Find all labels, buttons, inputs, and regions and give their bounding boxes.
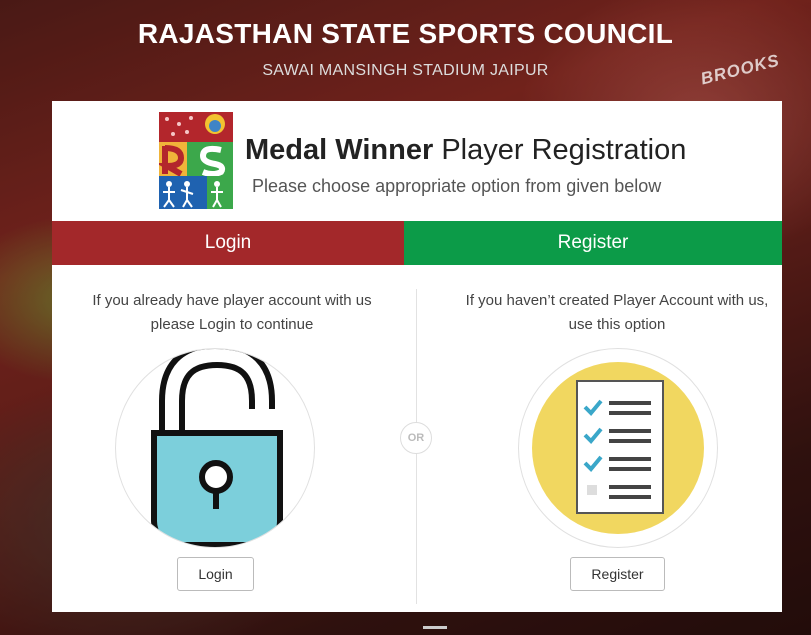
tab-login[interactable]: Login — [52, 221, 404, 265]
tab-register[interactable]: Register — [404, 221, 782, 265]
page-title: RAJASTHAN STATE SPORTS COUNCIL — [137, 18, 674, 49]
background-track-mark — [423, 626, 447, 629]
card-title-rest: Player Registration — [433, 134, 687, 166]
rsc-logo-icon — [159, 112, 233, 209]
card-title-bold: Medal Winner — [245, 134, 434, 166]
register-description: If you haven’t created Player Account wi… — [465, 292, 769, 333]
card-subtitle: Please choose appropriate option from gi… — [252, 176, 662, 196]
login-icon-circle — [115, 348, 315, 548]
card-title: Medal Winner Player Registration — [245, 134, 686, 167]
register-icon-circle — [518, 348, 718, 548]
register-button[interactable]: Register — [570, 557, 665, 591]
page-subtitle: SAWAI MANSINGH STADIUM JAIPUR — [262, 62, 549, 79]
unlocked-padlock-icon — [151, 349, 283, 547]
or-separator: OR — [400, 422, 432, 454]
login-description: If you already have player account with … — [92, 292, 372, 333]
checklist-icon — [532, 362, 704, 534]
login-button[interactable]: Login — [177, 557, 254, 591]
registration-card: Medal Winner Player Registration Please … — [52, 101, 782, 612]
